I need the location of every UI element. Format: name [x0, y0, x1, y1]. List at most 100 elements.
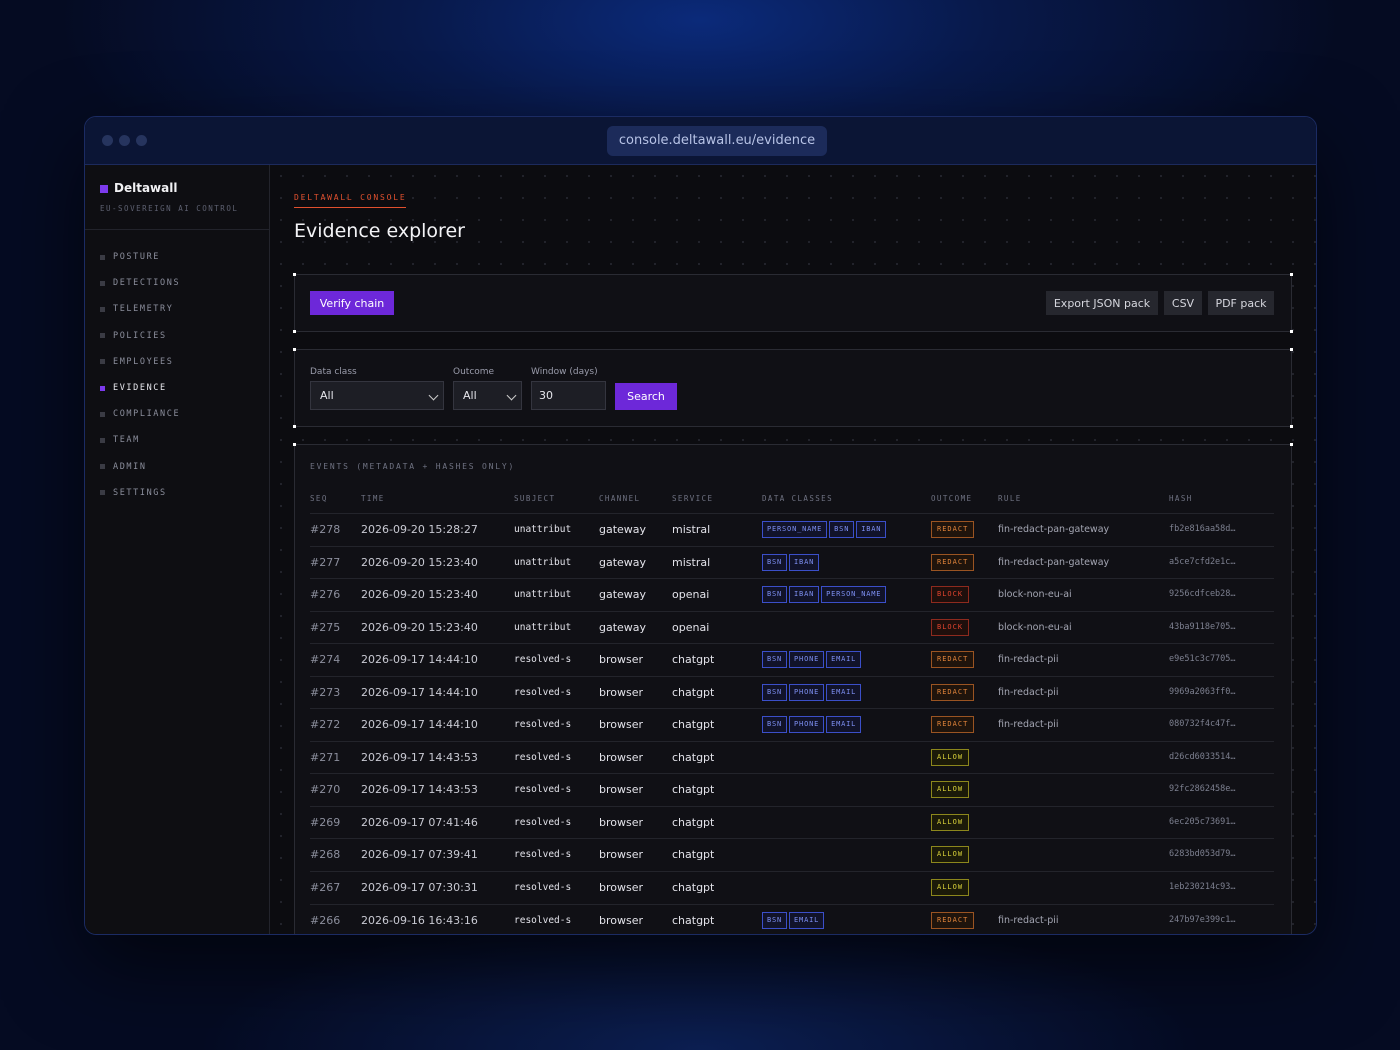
table-row[interactable]: #269 2026-09-17 07:41:46 resolved-s browser…: [310, 807, 1274, 840]
data-class-tag: BSN: [762, 651, 788, 669]
service-cell: chatgpt: [672, 685, 715, 699]
page-title: Evidence explorer: [294, 220, 465, 242]
table-row[interactable]: #266 2026-09-16 16:43:16 resolved-s browser…: [310, 905, 1274, 934]
events-table-panel: EVENTS (METADATA + HASHES ONLY) SEQ TIME S…: [293, 443, 1293, 934]
time-cell: 2026-09-20 15:23:40: [361, 620, 478, 634]
sidebar-item-label: TELEMETRY: [113, 304, 174, 315]
column-header-data-classes[interactable]: DATA CLASSES: [762, 494, 833, 503]
export-pdf-button[interactable]: PDF pack: [1208, 291, 1274, 315]
table-row[interactable]: #276 2026-09-20 15:23:40 unattribut gateway…: [310, 579, 1274, 612]
time-cell: 2026-09-17 14:43:53: [361, 750, 478, 764]
window-minimize-dot[interactable]: [119, 135, 130, 146]
channel-cell: browser: [599, 653, 644, 667]
outcome-cell: BLOCK: [931, 612, 970, 643]
sidebar-item-posture[interactable]: POSTURE: [100, 244, 180, 270]
seq-cell: #267: [310, 881, 341, 895]
service-cell: chatgpt: [672, 750, 715, 764]
table-row[interactable]: #268 2026-09-17 07:39:41 resolved-s browser…: [310, 839, 1274, 873]
table-row[interactable]: #277 2026-09-20 15:23:40 unattribut gateway…: [310, 547, 1274, 580]
seq-cell: #272: [310, 718, 341, 732]
data-classes-cell: BSN PHONE EMAIL: [762, 677, 863, 708]
filters-panel: Data class All Outcome All Window (days)…: [293, 348, 1293, 428]
outcome-cell: BLOCK: [931, 579, 970, 610]
window-close-dot[interactable]: [102, 135, 113, 146]
column-header-outcome[interactable]: OUTCOME: [931, 494, 972, 503]
seq-cell: #271: [310, 750, 341, 764]
outcome-badge: REDACT: [931, 911, 975, 929]
chevron-down-icon: [428, 390, 439, 401]
table-row[interactable]: #274 2026-09-17 14:44:10 resolved-s browser…: [310, 644, 1274, 677]
column-header-service[interactable]: SERVICE: [672, 494, 713, 503]
hash-cell: 6283bd053d79…: [1169, 849, 1236, 860]
outcome-badge: ALLOW: [931, 879, 970, 897]
service-cell: chatgpt: [672, 848, 715, 862]
seq-cell: #275: [310, 620, 341, 634]
window-maximize-dot[interactable]: [136, 135, 147, 146]
outcome-cell: REDACT: [931, 677, 975, 708]
service-cell: chatgpt: [672, 815, 715, 829]
seq-cell: #273: [310, 685, 341, 699]
channel-cell: browser: [599, 881, 644, 895]
sidebar-item-label: ADMIN: [113, 461, 147, 472]
sidebar-divider: [85, 229, 269, 230]
sidebar-item-settings[interactable]: SETTINGS: [100, 480, 180, 506]
sidebar-item-team[interactable]: TEAM: [100, 427, 180, 453]
data-class-tag: BSN: [762, 586, 788, 604]
table-row[interactable]: #273 2026-09-17 14:44:10 resolved-s browser…: [310, 677, 1274, 710]
sidebar-item-label: POLICIES: [113, 330, 167, 341]
outcome-cell: REDACT: [931, 644, 975, 675]
outcome-label: Outcome: [453, 367, 495, 377]
sidebar-item-employees[interactable]: EMPLOYEES: [100, 349, 180, 375]
address-bar[interactable]: console.deltawall.eu/evidence: [607, 126, 827, 156]
brand-logo-mark: [100, 185, 108, 193]
time-cell: 2026-09-17 14:43:53: [361, 783, 478, 797]
time-cell: 2026-09-17 07:41:46: [361, 815, 478, 829]
data-class-tag: PERSON_NAME: [762, 521, 828, 538]
subject-cell: resolved-s: [514, 849, 572, 861]
nav-bullet-icon: [100, 359, 105, 365]
column-header-rule[interactable]: RULE: [998, 494, 1022, 503]
column-header-subject[interactable]: SUBJECT: [514, 494, 555, 503]
data-class-value: All: [320, 389, 334, 402]
table-row[interactable]: #278 2026-09-20 15:28:27 unattribut gateway…: [310, 513, 1274, 547]
column-header-channel[interactable]: CHANNEL: [599, 494, 640, 503]
table-row[interactable]: #272 2026-09-17 14:44:10 resolved-s browser…: [310, 709, 1274, 742]
table-row[interactable]: #271 2026-09-17 14:43:53 resolved-s browser…: [310, 742, 1274, 775]
brand-name[interactable]: Deltawall: [114, 181, 177, 195]
sidebar-item-telemetry[interactable]: TELEMETRY: [100, 296, 180, 322]
hash-cell: 92fc2862458e…: [1169, 784, 1236, 795]
nav-bullet-icon: [100, 385, 105, 391]
export-json-button[interactable]: Export JSON pack: [1046, 291, 1158, 315]
outcome-badge: REDACT: [931, 521, 975, 538]
outcome-select[interactable]: All: [453, 381, 522, 410]
export-csv-button[interactable]: CSV: [1164, 291, 1202, 315]
column-header-hash[interactable]: HASH: [1169, 494, 1193, 503]
sidebar-item-detections[interactable]: DETECTIONS: [100, 270, 180, 296]
outcome-cell: ALLOW: [931, 774, 970, 805]
outcome-badge: ALLOW: [931, 748, 970, 766]
hash-cell: 247b97e399c1…: [1169, 914, 1236, 925]
rule-cell: fin-redact-pii: [998, 654, 1059, 666]
window-days-input[interactable]: 30: [531, 381, 606, 410]
service-cell: chatgpt: [672, 718, 715, 732]
nav-bullet-icon: [100, 306, 105, 312]
column-header-time[interactable]: TIME: [361, 494, 385, 503]
rule-cell: fin-redact-pan-gateway: [998, 524, 1110, 535]
data-class-tag: PHONE: [789, 651, 825, 669]
data-class-tag: EMAIL: [789, 911, 825, 929]
sidebar-item-admin[interactable]: ADMIN: [100, 454, 180, 480]
sidebar-item-compliance[interactable]: COMPLIANCE: [100, 401, 180, 427]
table-row[interactable]: #275 2026-09-20 15:23:40 unattribut gateway…: [310, 612, 1274, 645]
sidebar-item-label: EMPLOYEES: [113, 356, 174, 367]
time-cell: 2026-09-17 07:39:41: [361, 848, 478, 862]
search-button[interactable]: Search: [615, 383, 677, 410]
verify-chain-button[interactable]: Verify chain: [310, 291, 394, 315]
table-row[interactable]: #267 2026-09-17 07:30:31 resolved-s browser…: [310, 872, 1274, 905]
table-row[interactable]: #270 2026-09-17 14:43:53 resolved-s browser…: [310, 774, 1274, 807]
sidebar-item-policies[interactable]: POLICIES: [100, 323, 180, 349]
outcome-badge: REDACT: [931, 651, 975, 669]
outcome-cell: REDACT: [931, 547, 975, 578]
data-class-select[interactable]: All: [310, 381, 444, 410]
column-header-seq[interactable]: SEQ: [310, 494, 328, 503]
sidebar-item-evidence[interactable]: EVIDENCE: [100, 375, 180, 401]
